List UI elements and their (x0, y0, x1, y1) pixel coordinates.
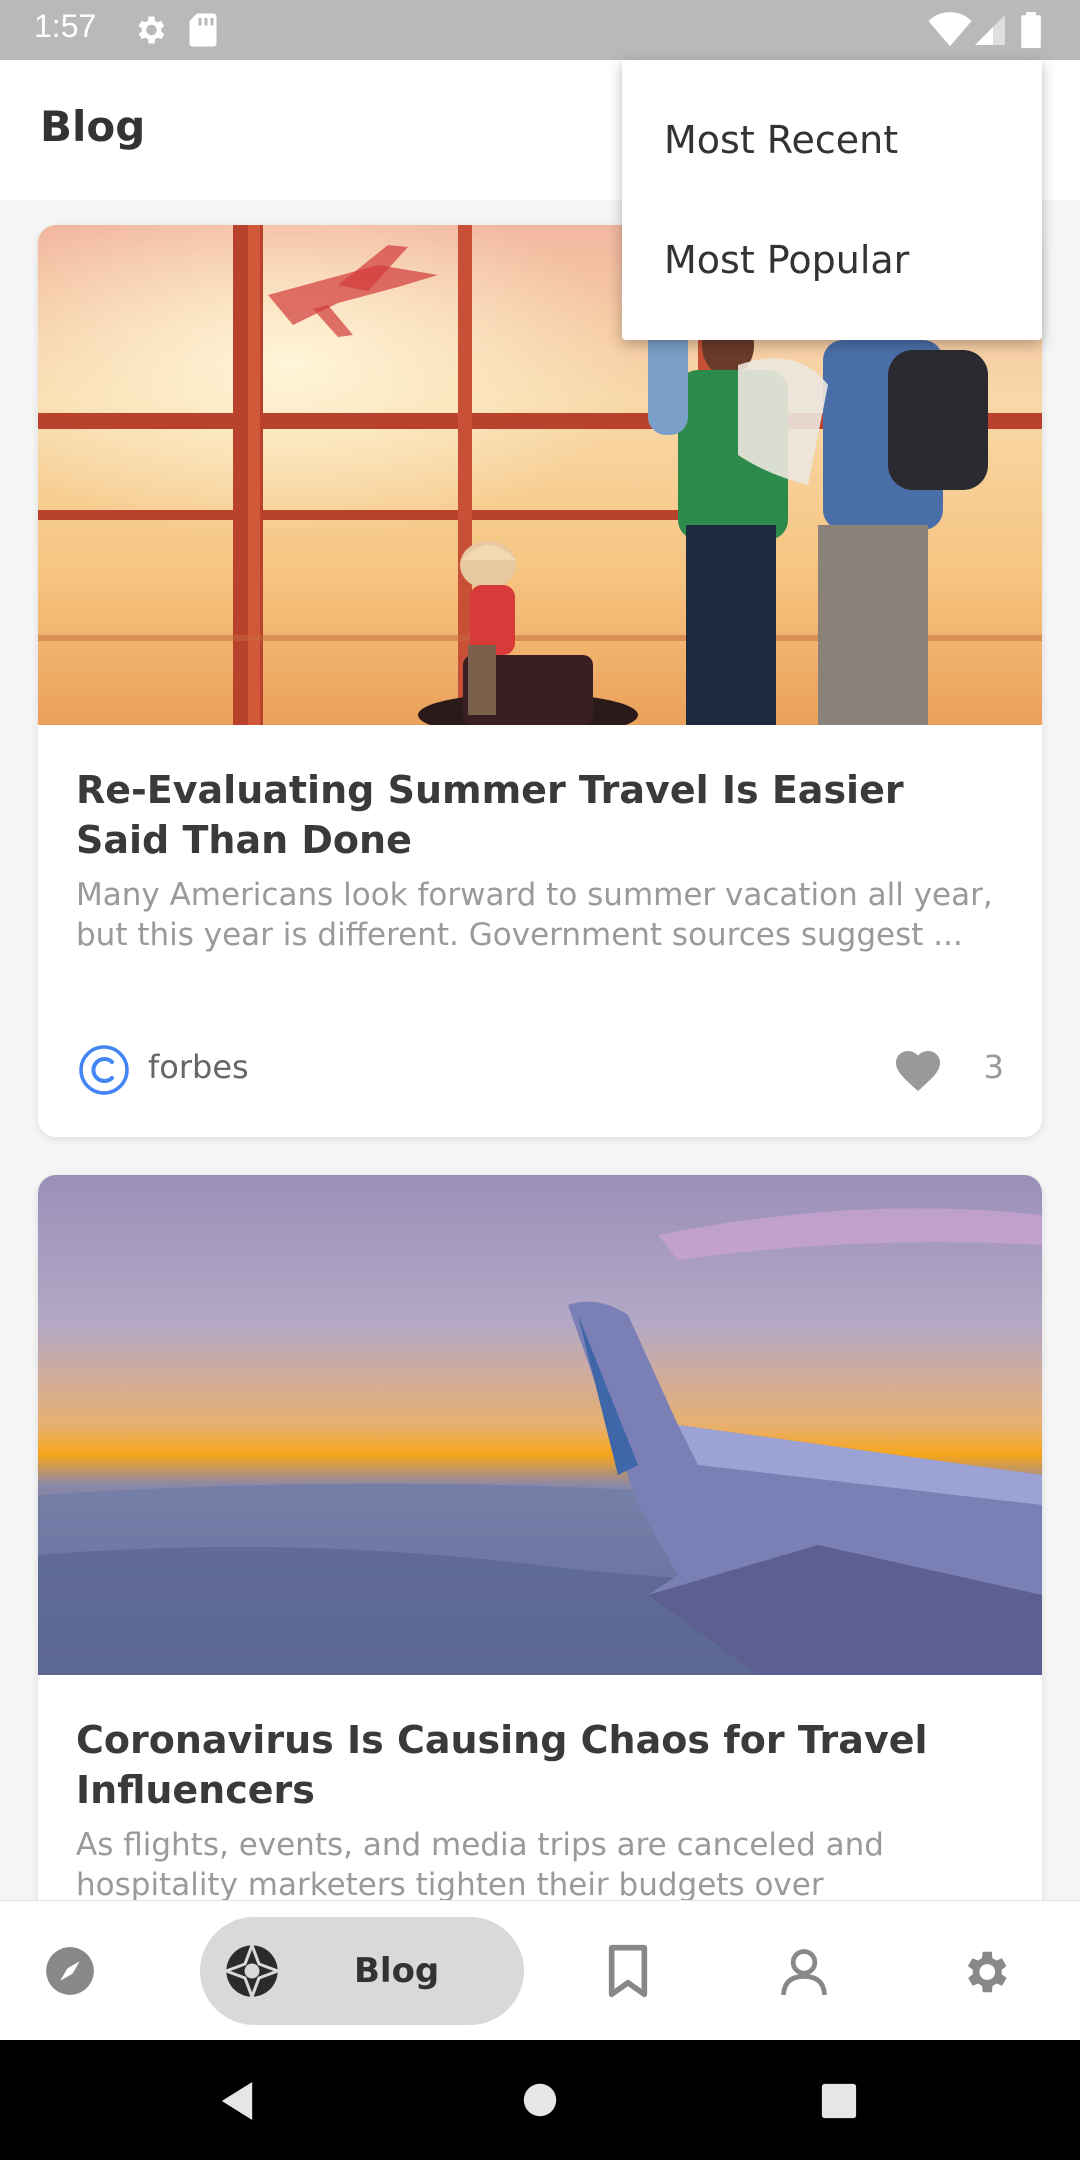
blog-card[interactable]: Re-Evaluating Summer Travel Is Easier Sa… (38, 225, 1042, 1137)
battery-icon (1021, 12, 1041, 48)
post-excerpt: Many Americans look forward to summer va… (76, 877, 993, 953)
heart-icon (896, 1051, 940, 1091)
sd-card-icon (189, 13, 217, 47)
nav-item-blog-label: Blog (354, 1951, 440, 1991)
like-button[interactable]: 3 (894, 1040, 1004, 1100)
status-time: 1:57 (34, 8, 97, 44)
page-title: Blog (40, 102, 146, 151)
person-icon[interactable] (778, 1943, 830, 1999)
bookmark-icon[interactable] (604, 1943, 652, 1999)
cell-signal-icon (975, 15, 1005, 45)
copyright-c-icon (79, 1045, 129, 1095)
sort-menu: Most Recent Most Popular (622, 60, 1042, 340)
bottom-nav: Blog (0, 1900, 1080, 2041)
settings-gear-icon (138, 16, 165, 44)
menu-item-most-recent[interactable]: Most Recent (664, 118, 898, 162)
wifi-icon (928, 12, 972, 47)
post-source-name: forbes (148, 1048, 249, 1086)
gear-icon[interactable] (958, 1945, 1012, 1999)
nav-item-blog[interactable]: Blog (200, 1917, 524, 2025)
home-circle-icon[interactable] (522, 2082, 558, 2118)
back-triangle-icon[interactable] (218, 2080, 256, 2122)
blog-card[interactable]: Coronavirus Is Causing Chaos for Travel … (38, 1175, 1042, 1915)
post-title[interactable]: Coronavirus Is Causing Chaos for Travel … (76, 1715, 1006, 1815)
airplane-wing-sky-image (38, 1175, 1042, 1675)
status-bar: 1:57 (0, 0, 1080, 60)
recents-square-icon[interactable] (820, 2082, 858, 2120)
camera-aperture-icon (224, 1943, 280, 1999)
system-nav-bar (0, 2040, 1080, 2160)
menu-item-most-popular[interactable]: Most Popular (664, 238, 909, 282)
compass-icon[interactable] (44, 1945, 96, 1997)
post-title[interactable]: Re-Evaluating Summer Travel Is Easier Sa… (76, 765, 1006, 865)
like-count: 3 (983, 1048, 1004, 1086)
post-source[interactable]: forbes (76, 1040, 476, 1100)
